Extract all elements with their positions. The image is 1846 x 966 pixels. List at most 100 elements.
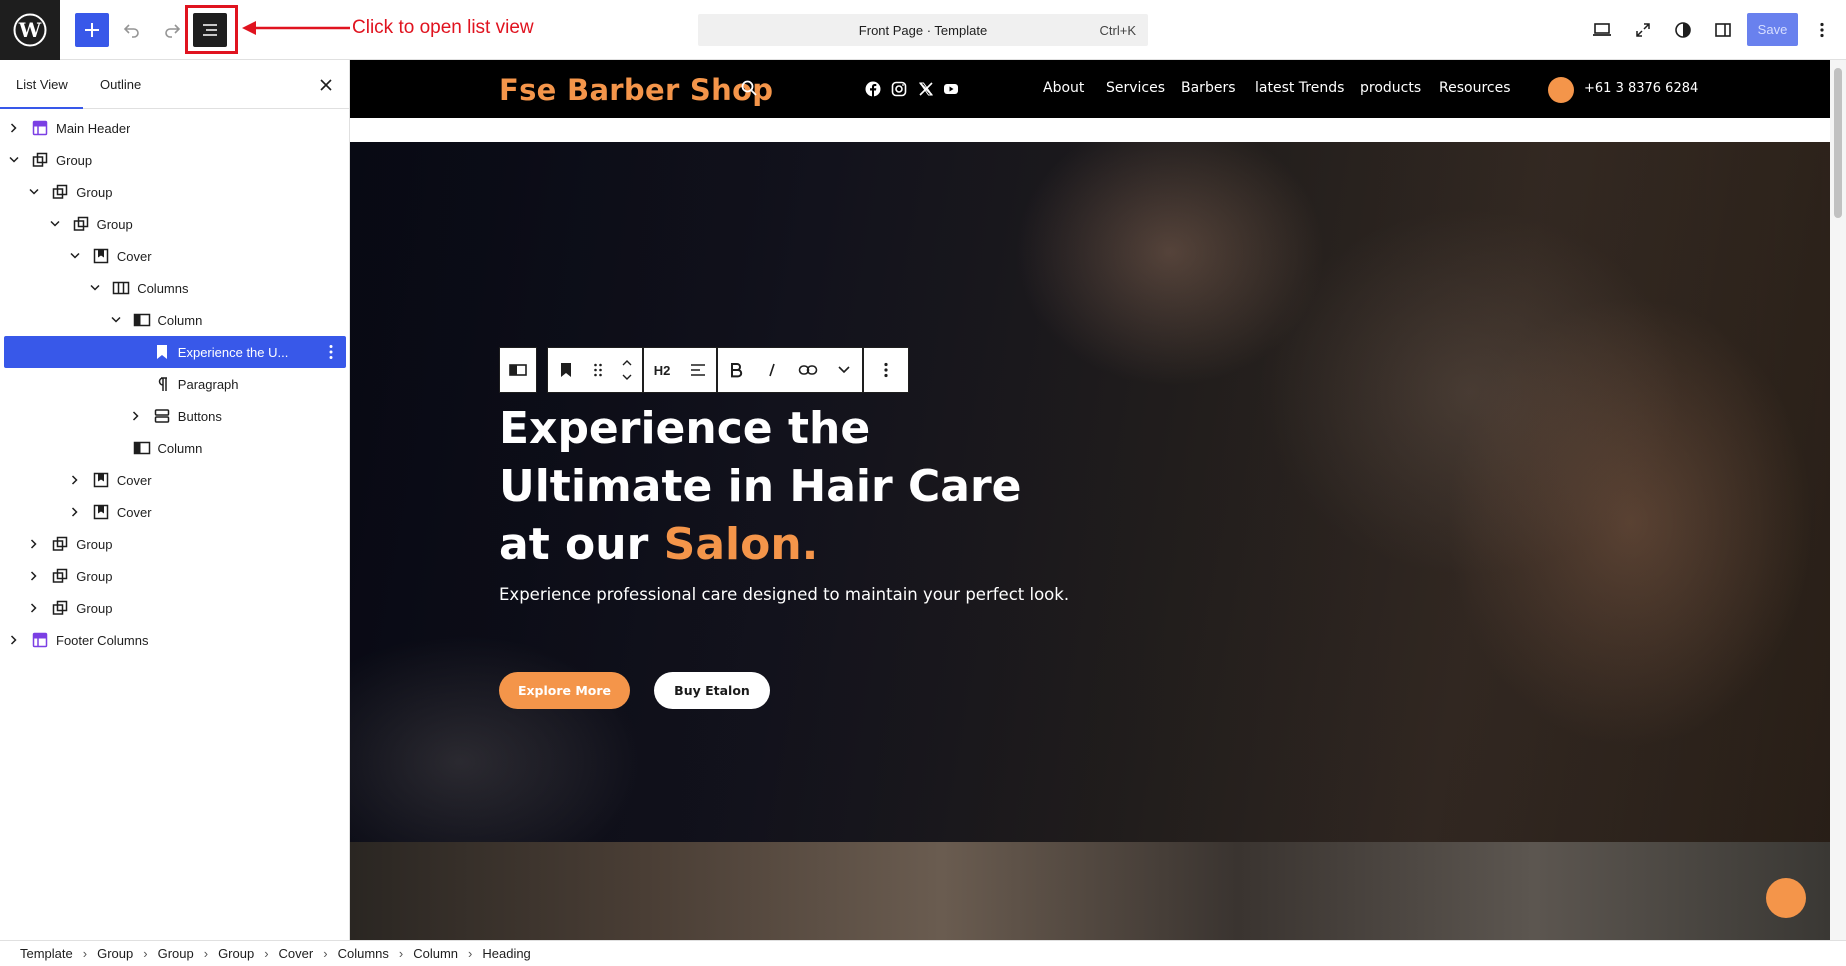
buy-etalon-button[interactable]: Buy Etalon — [654, 672, 770, 709]
facebook-icon[interactable] — [865, 81, 881, 97]
chevron-right-icon[interactable] — [7, 121, 21, 135]
list-view-row-cover[interactable]: Cover — [0, 496, 350, 528]
nav-item-products[interactable]: products — [1360, 80, 1421, 96]
list-view-row-label: Column — [157, 312, 203, 328]
chevron-down-icon[interactable] — [68, 249, 82, 263]
list-view-row-group[interactable]: Group — [0, 208, 350, 240]
breadcrumb-item-template[interactable]: Template — [20, 946, 73, 961]
redo-button[interactable] — [155, 13, 189, 47]
format-controls-group — [717, 347, 863, 393]
preview-device-button[interactable] — [1585, 13, 1619, 47]
bold-button[interactable] — [718, 348, 754, 392]
list-view-row-column[interactable]: Column — [0, 304, 350, 336]
list-view-row-experience-the-u[interactable]: Experience the U... — [4, 336, 346, 368]
settings-sidebar-button[interactable] — [1706, 13, 1740, 47]
list-view-row-cover[interactable]: Cover — [0, 240, 350, 272]
breadcrumb-item-cover[interactable]: Cover — [279, 946, 314, 961]
youtube-icon[interactable] — [943, 81, 959, 97]
chevron-right-icon[interactable] — [27, 569, 41, 583]
link-button[interactable] — [790, 348, 826, 392]
site-title[interactable]: Fse Barber Shop — [499, 73, 773, 107]
chevron-down-icon — [838, 366, 850, 374]
list-view-row-columns[interactable]: Columns — [0, 272, 350, 304]
search-icon[interactable] — [741, 80, 757, 96]
fullscreen-button[interactable] — [1626, 13, 1660, 47]
instagram-icon[interactable] — [891, 81, 907, 97]
block-toolbar: H2 — [499, 347, 909, 393]
plus-icon — [85, 23, 99, 37]
columns-icon — [112, 279, 130, 297]
block-inserter-button[interactable] — [75, 13, 109, 47]
document-title-bar[interactable]: Front Page · Template Ctrl+K — [698, 14, 1148, 46]
contrast-icon — [1675, 22, 1691, 38]
save-button[interactable]: Save — [1747, 13, 1798, 46]
block-options-button[interactable] — [864, 348, 908, 392]
close-icon[interactable] — [318, 77, 334, 93]
wordpress-logo-button[interactable]: W — [0, 0, 60, 60]
next-cover-block[interactable] — [350, 842, 1830, 940]
tab-list-view[interactable]: List View — [16, 77, 68, 92]
chevron-right-icon[interactable] — [27, 601, 41, 615]
list-view-row-cover[interactable]: Cover — [0, 464, 350, 496]
nav-item-services[interactable]: Services — [1106, 80, 1165, 96]
list-view-row-group[interactable]: Group — [0, 560, 350, 592]
chevron-right-icon[interactable] — [129, 409, 143, 423]
list-view-row-group[interactable]: Group — [0, 176, 350, 208]
chevron-right-icon[interactable] — [68, 473, 82, 487]
options-menu-button[interactable] — [1805, 13, 1839, 47]
chevron-down-icon[interactable] — [88, 281, 102, 295]
nav-item-resources[interactable]: Resources — [1439, 80, 1511, 96]
chevron-right-icon[interactable] — [68, 505, 82, 519]
more-rich-text-button[interactable] — [826, 348, 862, 392]
align-text-button[interactable] — [680, 348, 716, 392]
chevron-down-icon[interactable] — [27, 185, 41, 199]
select-parent-button[interactable] — [500, 348, 536, 392]
tab-outline[interactable]: Outline — [100, 77, 141, 92]
nav-item-about[interactable]: About — [1043, 80, 1084, 96]
list-view-row-column[interactable]: Column — [0, 432, 350, 464]
explore-more-button[interactable]: Explore More — [499, 672, 630, 709]
group-icon — [51, 599, 69, 617]
scrollbar-thumb[interactable] — [1834, 68, 1842, 218]
chevron-right-icon[interactable] — [27, 537, 41, 551]
hero-heading[interactable]: Experience the Ultimate in Hair Care at … — [499, 400, 1059, 574]
list-view-row-group[interactable]: Group — [0, 592, 350, 624]
site-header[interactable]: Fse Barber Shop About Services Barbers l… — [350, 60, 1830, 118]
breadcrumb-item-group[interactable]: Group — [218, 946, 254, 961]
block-tree: Main Header Group Group Group Cover Columns Co… — [0, 112, 350, 656]
styles-button[interactable] — [1666, 13, 1700, 47]
phone-number[interactable]: +61 3 8376 6284 — [1584, 81, 1698, 96]
nav-item-barbers[interactable]: Barbers — [1181, 80, 1236, 96]
list-view-row-buttons[interactable]: Buttons — [0, 400, 350, 432]
breadcrumb-item-columns[interactable]: Columns — [338, 946, 389, 961]
move-up-down-buttons[interactable] — [612, 348, 642, 392]
more-vertical-icon[interactable] — [328, 344, 334, 360]
list-view-row-group[interactable]: Group — [0, 144, 350, 176]
canvas-scrollbar[interactable] — [1830, 60, 1846, 940]
heading-level-button[interactable]: H2 — [644, 348, 680, 392]
breadcrumb-item-column[interactable]: Column — [413, 946, 458, 961]
x-icon[interactable] — [918, 81, 934, 97]
breadcrumb-item-group[interactable]: Group — [158, 946, 194, 961]
drag-handle[interactable] — [584, 348, 612, 392]
block-type-button[interactable] — [548, 348, 584, 392]
breadcrumb-item-group[interactable]: Group — [97, 946, 133, 961]
chevron-down-icon[interactable] — [7, 153, 21, 167]
breadcrumb-item-heading[interactable]: Heading — [482, 946, 530, 961]
list-view-row-footer-columns[interactable]: Footer Columns — [0, 624, 350, 656]
list-view-row-main-header[interactable]: Main Header — [0, 112, 350, 144]
chevron-down-icon[interactable] — [109, 313, 123, 327]
chevron-right-icon[interactable] — [7, 633, 21, 647]
list-view-row-group[interactable]: Group — [0, 528, 350, 560]
floating-action-button[interactable] — [1766, 878, 1806, 918]
hero-heading-line-3: at our Salon. — [499, 516, 1059, 574]
undo-icon — [123, 24, 139, 38]
chevron-down-icon[interactable] — [48, 217, 62, 231]
list-view-row-paragraph[interactable]: Paragraph — [0, 368, 350, 400]
hero-subtitle[interactable]: Experience professional care designed to… — [499, 585, 1069, 604]
undo-button[interactable] — [115, 13, 149, 47]
nav-item-latest-trends[interactable]: latest Trends — [1255, 80, 1344, 96]
chevron-right-icon: › — [82, 946, 88, 961]
list-view-row-label: Cover — [116, 504, 152, 520]
italic-button[interactable] — [754, 348, 790, 392]
